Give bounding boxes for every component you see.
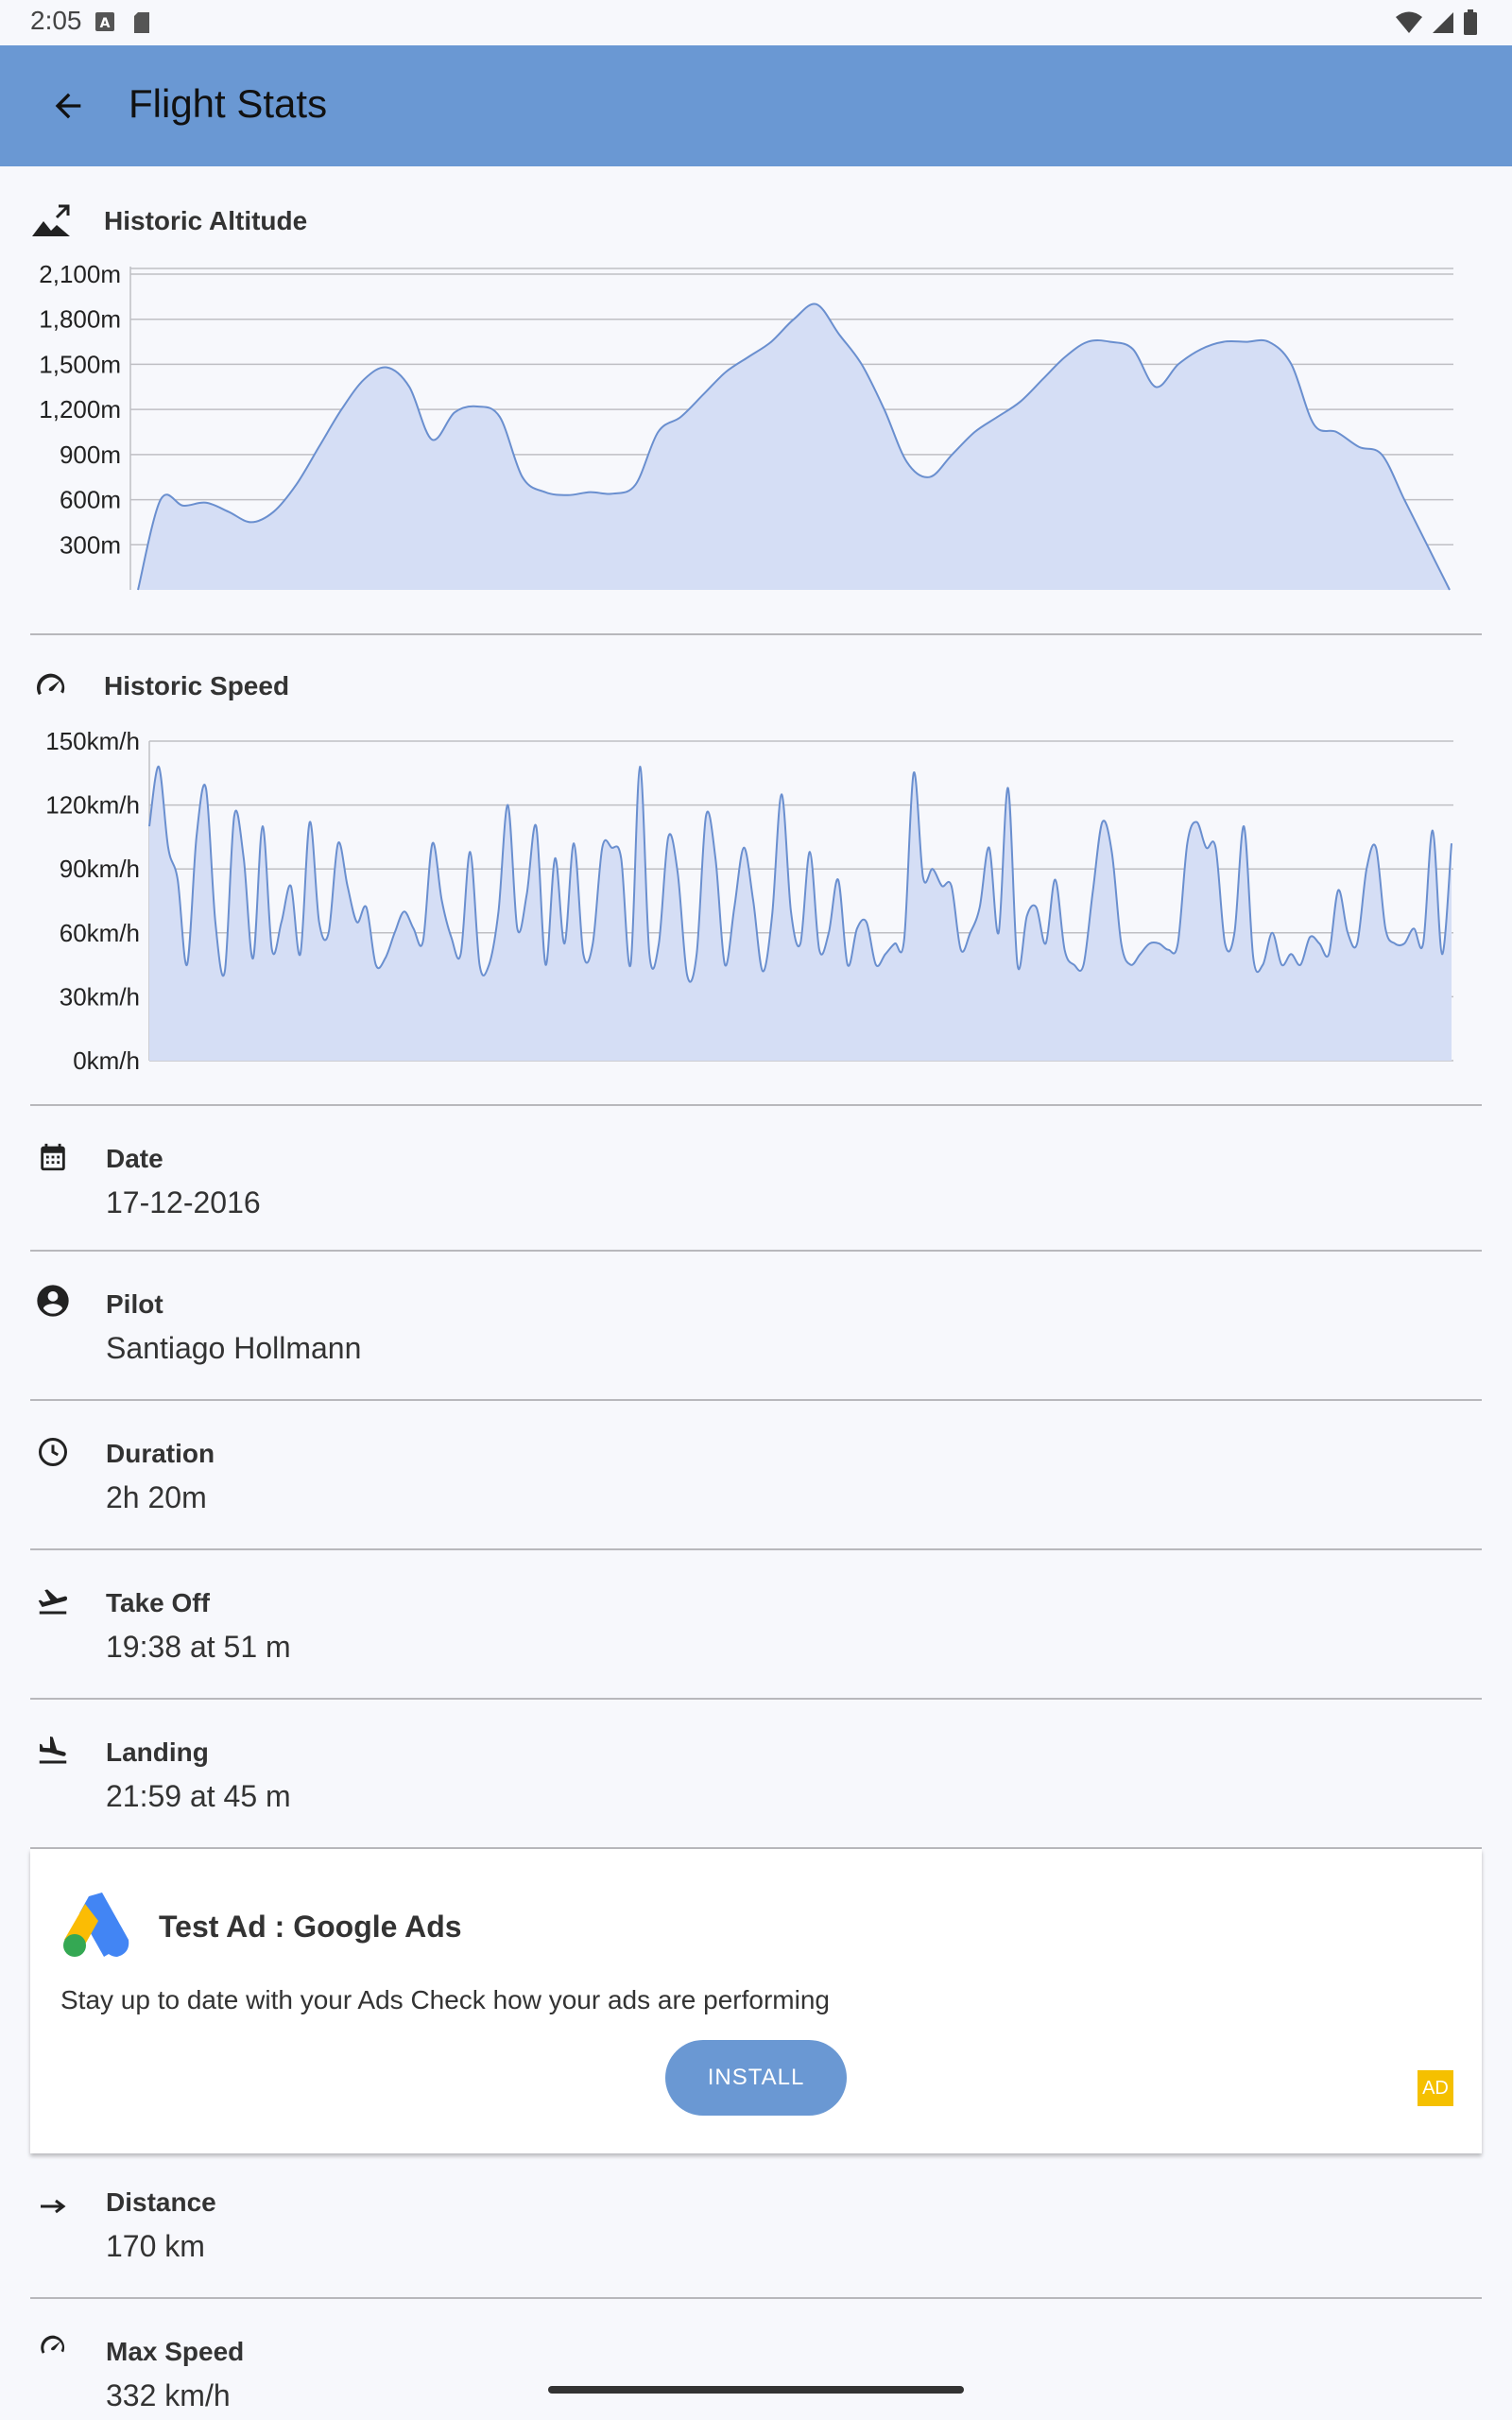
- app-bar: Flight Stats: [0, 45, 1512, 166]
- flight-takeoff-icon: [38, 1589, 68, 1615]
- sd-card-icon: [134, 12, 149, 33]
- signal-icon: [1433, 12, 1453, 33]
- altitude-header: Historic Altitude: [30, 200, 307, 242]
- list-item-max-speed: Max Speed 332 km/h: [0, 2299, 1512, 2420]
- page-title: Flight Stats: [129, 81, 328, 126]
- svg-text:A: A: [100, 16, 111, 31]
- clock-icon: [39, 1438, 67, 1466]
- detail-label: Take Off: [106, 1588, 210, 1617]
- speed-title: Historic Speed: [104, 671, 290, 700]
- ad-badge: AD: [1418, 2070, 1453, 2106]
- status-time: 2:05: [30, 6, 82, 35]
- detail-label: Duration: [106, 1439, 215, 1468]
- y-tick-label: 0km/h: [73, 1046, 140, 1075]
- y-tick-label: 1,200m: [39, 395, 121, 424]
- a-icon: A: [95, 12, 114, 31]
- ad-card[interactable]: Test Ad : Google Ads Stay up to date wit…: [30, 1849, 1482, 2153]
- detail-value: Santiago Hollmann: [106, 1331, 362, 1365]
- detail-label: Max Speed: [106, 2337, 245, 2366]
- arrow-right-icon: [41, 2199, 66, 2214]
- list-item-landing: Landing 21:59 at 45 m: [0, 1700, 1512, 1847]
- y-tick-label: 1,500m: [39, 350, 121, 378]
- terrain-up-icon: [32, 204, 70, 236]
- detail-value: 19:38 at 51 m: [106, 1630, 291, 1664]
- y-tick-label: 2,100m: [39, 260, 121, 288]
- speed-header: Historic Speed: [30, 666, 289, 707]
- list-item-date: Date 17-12-2016: [0, 1106, 1512, 1250]
- arrow-back-icon: [55, 93, 81, 119]
- y-tick-label: 150km/h: [45, 727, 140, 755]
- altitude-title: Historic Altitude: [104, 206, 308, 235]
- y-tick-label: 300m: [60, 530, 121, 559]
- detail-label: Landing: [106, 1737, 209, 1767]
- divider: [30, 633, 1482, 635]
- detail-value: 2h 20m: [106, 1480, 207, 1514]
- detail-label: Distance: [106, 2187, 216, 2217]
- battery-icon: [1464, 9, 1477, 35]
- list-item-distance: Distance 170 km: [0, 2165, 1512, 2297]
- list-item-pilot: Pilot Santiago Hollmann: [0, 1252, 1512, 1401]
- y-tick-label: 60km/h: [60, 919, 140, 947]
- series-area: [149, 766, 1452, 1061]
- y-tick-label: 30km/h: [60, 982, 140, 1011]
- back-button[interactable]: [34, 79, 102, 132]
- home-indicator[interactable]: [548, 2386, 964, 2394]
- detail-value: 170 km: [106, 2229, 205, 2263]
- calendar-icon: [41, 1143, 65, 1171]
- speedometer-icon: [41, 2335, 65, 2354]
- google-ads-logo-icon: [63, 1893, 129, 1957]
- y-tick-label: 90km/h: [60, 855, 140, 883]
- y-tick-label: 900m: [60, 441, 121, 469]
- wifi-icon: [1396, 11, 1422, 33]
- install-button[interactable]: INSTALL: [665, 2040, 847, 2116]
- status-bar: 2:05 A: [0, 0, 1512, 45]
- altitude-chart: 2,100m 1,800m 1,500m 1,200m 900m 600m 300m: [39, 260, 1453, 591]
- y-tick-label: 120km/h: [45, 791, 140, 820]
- detail-value: 332 km/h: [106, 2378, 231, 2412]
- detail-value: 21:59 at 45 m: [106, 1779, 291, 1813]
- y-tick-label: 600m: [60, 486, 121, 514]
- account-circle-icon: [37, 1285, 69, 1317]
- detail-label: Pilot: [106, 1289, 163, 1319]
- detail-value: 17-12-2016: [106, 1185, 261, 1219]
- flight-land-icon: [39, 1736, 67, 1764]
- detail-label: Date: [106, 1144, 163, 1173]
- y-tick-label: 1,800m: [39, 305, 121, 334]
- speedometer-icon: [36, 673, 65, 696]
- ad-title: Test Ad : Google Ads: [159, 1910, 462, 1944]
- speed-chart: 150km/h 120km/h 90km/h 60km/h 30km/h 0km/h: [45, 727, 1453, 1075]
- list-item-takeoff: Take Off 19:38 at 51 m: [0, 1550, 1512, 1698]
- ad-body: Stay up to date with your Ads Check how …: [60, 1985, 830, 2014]
- list-item-duration: Duration 2h 20m: [0, 1401, 1512, 1548]
- series-area: [138, 303, 1450, 590]
